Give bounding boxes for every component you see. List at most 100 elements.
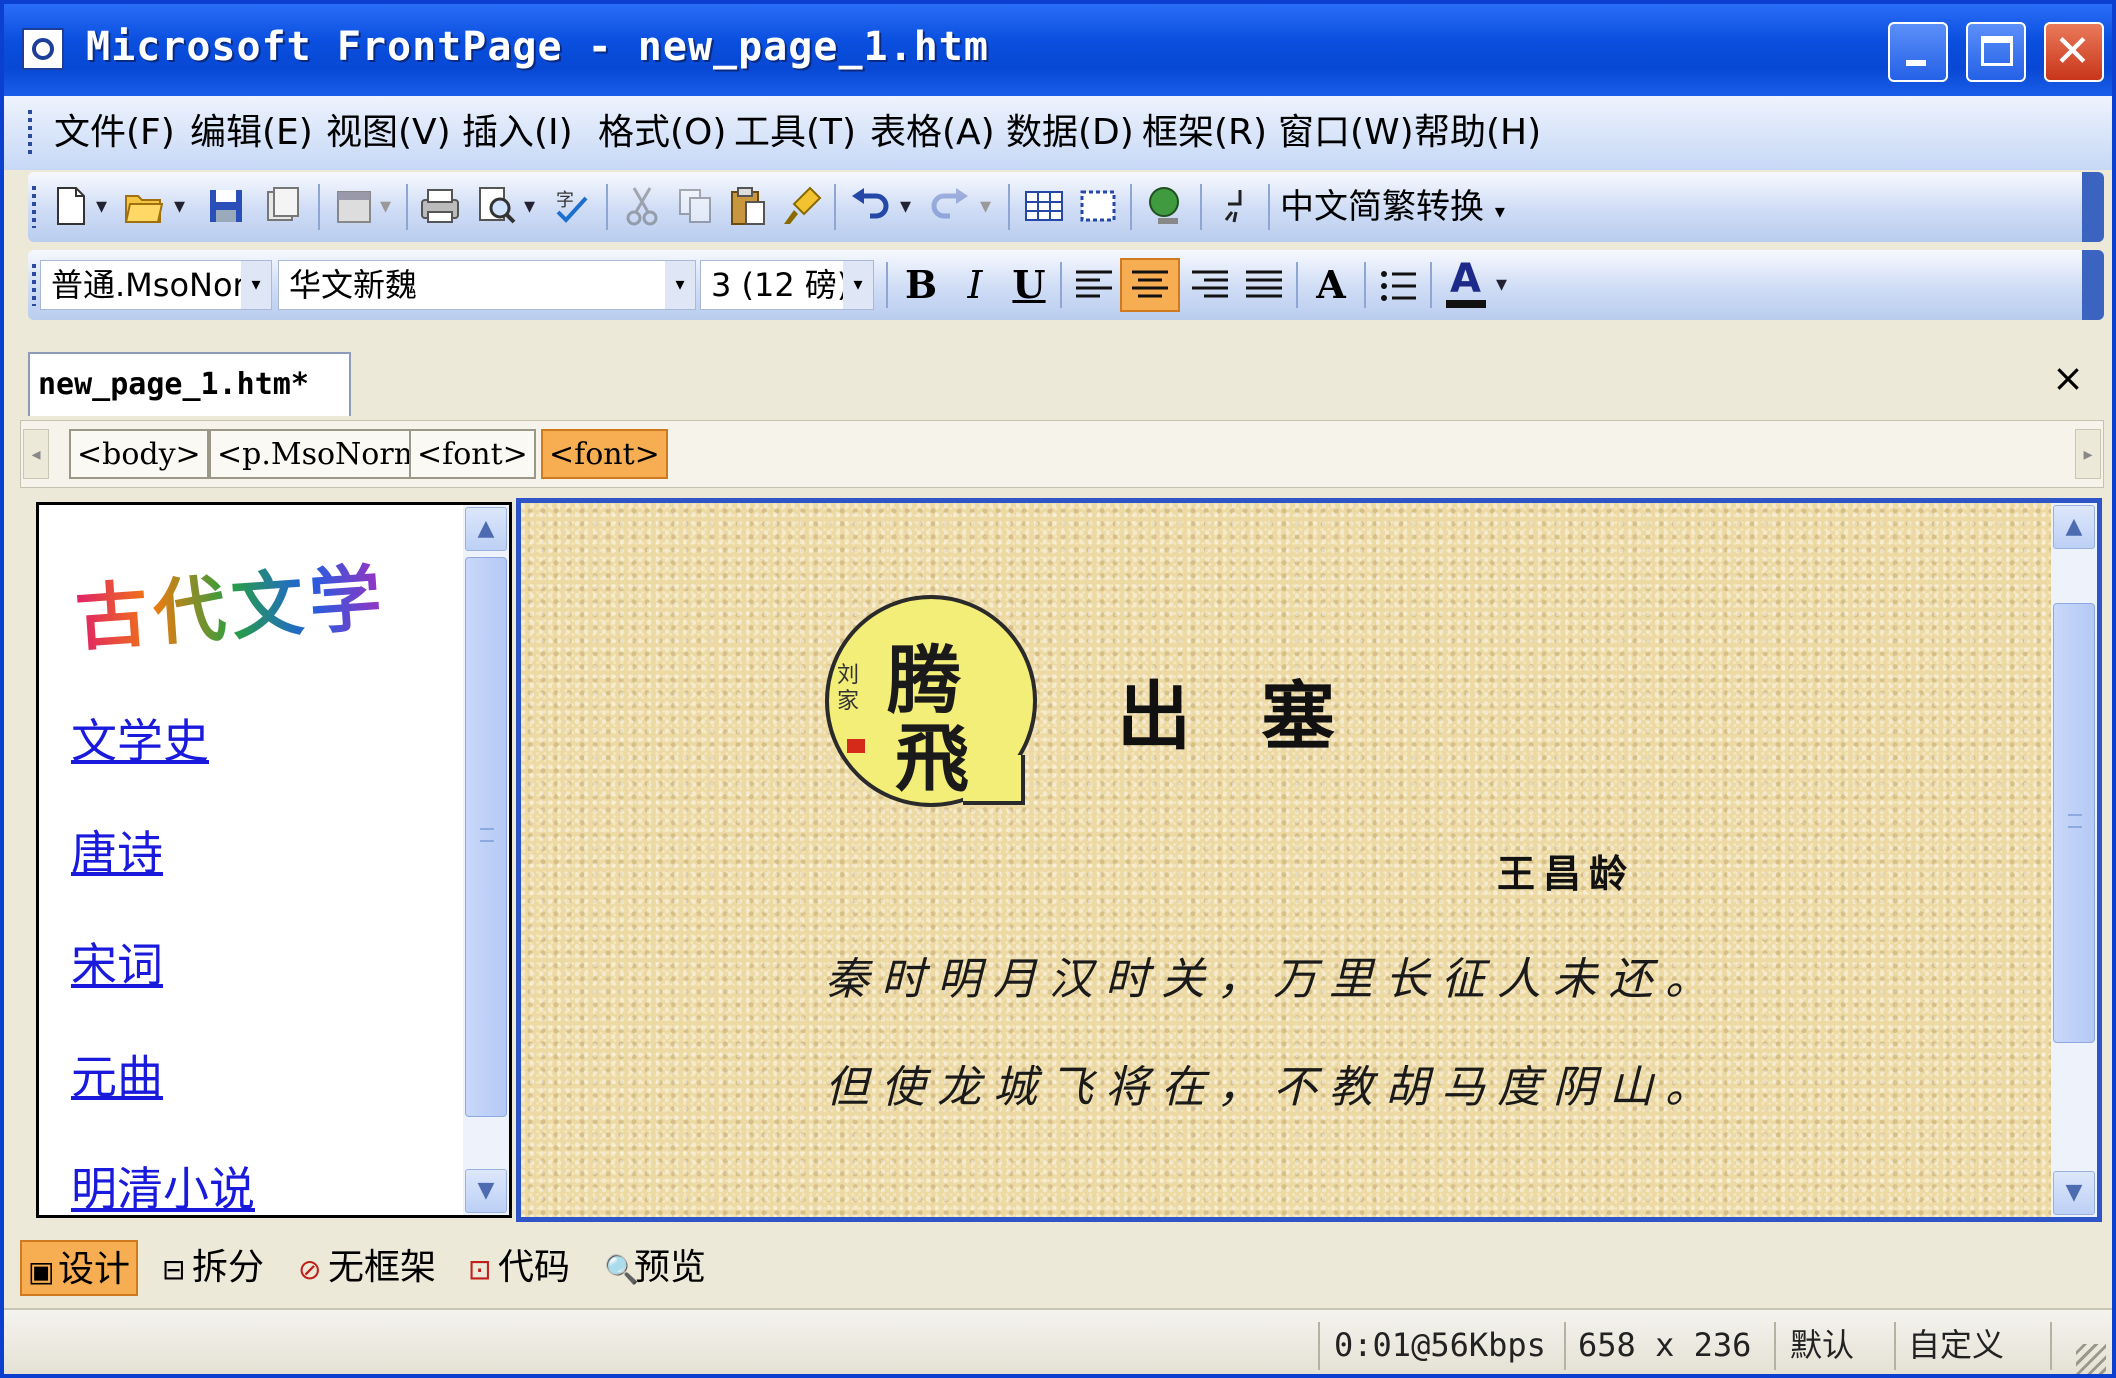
toolbar-options-button[interactable] — [2082, 250, 2104, 320]
menu-edit[interactable]: 编辑(E) — [190, 108, 313, 158]
close-window-button[interactable]: ✕ — [2044, 22, 2104, 82]
chinese-convert-button[interactable]: 中文简繁转换 ▾ — [1280, 184, 1505, 230]
bold-button[interactable]: B — [896, 260, 946, 310]
tag-font[interactable]: <font> — [409, 429, 536, 479]
poem-line-1: 秦时明月汉时关，万里长征人未还。 — [825, 954, 1721, 1005]
link-ming-qing-novels[interactable]: 明清小说 — [71, 1153, 255, 1219]
style-select[interactable]: 普通.MsoNorma ▾ — [40, 260, 272, 310]
contents-frame[interactable]: 古代文学 文学史 唐诗 宋词 元曲 明清小说 ▲ ▼ — [36, 502, 512, 1218]
frontpage-app-icon[interactable] — [22, 28, 64, 70]
insert-layer-icon[interactable] — [1076, 184, 1120, 228]
maximize-button[interactable] — [1966, 22, 2026, 82]
font-select[interactable]: 华文新魏 ▾ — [278, 260, 696, 310]
undo-dropdown-arrow[interactable]: ▾ — [900, 194, 911, 219]
hyperlink-icon[interactable] — [1144, 184, 1188, 228]
cut-icon[interactable] — [620, 184, 664, 228]
standard-toolbar: ▾ ▾ ▾ ▾ 字 ▾ ▾ 中文简繁转换 ▾ — [28, 172, 2104, 242]
menu-table[interactable]: 表格(A) — [870, 108, 995, 158]
minimize-button[interactable] — [1888, 22, 1948, 82]
tab-preview[interactable]: 🔍预览 — [598, 1240, 712, 1296]
title-bar[interactable]: Microsoft FrontPage - new_page_1.htm ✕ — [4, 4, 2112, 96]
seal-character-bottom: 飛 — [895, 716, 969, 802]
scroll-up-icon[interactable]: ▲ — [465, 507, 507, 551]
open-icon[interactable] — [122, 184, 166, 228]
link-literary-history[interactable]: 文学史 — [71, 705, 209, 771]
link-tang-poetry[interactable]: 唐诗 — [71, 817, 163, 883]
italic-button[interactable]: I — [950, 260, 1000, 310]
main-frame-scrollbar[interactable]: ▲ ▼ — [2051, 503, 2097, 1217]
preview-dropdown-arrow[interactable]: ▾ — [524, 194, 535, 219]
scrollbar-thumb[interactable] — [465, 557, 507, 1117]
link-yuan-qu[interactable]: 元曲 — [71, 1041, 163, 1107]
component-dropdown-arrow[interactable]: ▾ — [380, 194, 391, 219]
tab-design[interactable]: ▣设计 — [20, 1240, 139, 1296]
menu-window[interactable]: 窗口(W) — [1278, 108, 1414, 158]
redo-dropdown-arrow[interactable]: ▾ — [980, 194, 991, 219]
status-default-mode[interactable]: 默认 — [1790, 1320, 1854, 1370]
menu-insert[interactable]: 插入(I) — [462, 108, 573, 158]
scroll-up-icon[interactable]: ▲ — [2053, 505, 2095, 549]
paste-icon[interactable] — [726, 184, 770, 228]
new-page-icon[interactable] — [48, 184, 92, 228]
font-color-dropdown-arrow[interactable]: ▾ — [1496, 272, 1507, 297]
chevron-down-icon[interactable]: ▾ — [843, 261, 873, 309]
new-dropdown-arrow[interactable]: ▾ — [96, 194, 107, 219]
align-center-button[interactable] — [1120, 258, 1180, 312]
tab-split[interactable]: ⊟ 拆分 — [156, 1240, 270, 1296]
justify-icon[interactable] — [1242, 264, 1286, 308]
underline-button[interactable]: U — [1004, 260, 1054, 310]
scroll-down-icon[interactable]: ▼ — [465, 1169, 507, 1213]
scroll-down-icon[interactable]: ▼ — [2053, 1171, 2095, 1215]
font-size-select[interactable]: 3 (12 磅) ▾ — [700, 260, 874, 310]
toolbar-grip[interactable] — [32, 264, 36, 306]
font-color-icon: A — [1450, 256, 1481, 302]
redo-icon[interactable] — [928, 184, 972, 228]
status-custom-mode[interactable]: 自定义 — [1908, 1320, 2004, 1370]
font-color-button[interactable]: A — [1442, 256, 1492, 314]
contents-frame-scrollbar[interactable]: ▲ ▼ — [463, 505, 509, 1215]
print-icon[interactable] — [418, 184, 462, 228]
align-right-icon[interactable] — [1188, 264, 1232, 308]
scrollbar-thumb[interactable] — [2053, 603, 2095, 1043]
link-song-ci[interactable]: 宋词 — [71, 929, 163, 995]
spelling-icon[interactable]: 字 — [550, 184, 594, 228]
toolbar-options-button[interactable] — [2082, 172, 2104, 242]
menu-tools[interactable]: 工具(T) — [734, 108, 856, 158]
close-document-icon[interactable]: × — [2052, 356, 2084, 400]
chevron-down-icon[interactable]: ▾ — [241, 261, 271, 309]
code-snippet-icon[interactable] — [1214, 184, 1258, 228]
resize-grip[interactable] — [2076, 1344, 2106, 1374]
status-separator — [2050, 1322, 2052, 1370]
chevron-down-icon[interactable]: ▾ — [665, 261, 695, 309]
web-component-icon[interactable] — [332, 184, 376, 228]
tag-body[interactable]: <body> — [69, 429, 209, 479]
insert-table-icon[interactable] — [1022, 184, 1066, 228]
page-dimensions[interactable]: 658 x 236 — [1578, 1320, 1751, 1370]
tag-scroll-right-icon[interactable]: ▸ — [2075, 429, 2101, 479]
undo-icon[interactable] — [848, 184, 892, 228]
tag-font-selected[interactable]: <font> — [541, 429, 668, 479]
menu-grip[interactable] — [28, 110, 32, 154]
menu-file[interactable]: 文件(F) — [54, 108, 175, 158]
preview-icon[interactable] — [474, 184, 518, 228]
menu-data[interactable]: 数据(D) — [1006, 108, 1134, 158]
save-icon[interactable] — [204, 184, 248, 228]
publish-icon[interactable] — [260, 184, 304, 228]
menu-help[interactable]: 帮助(H) — [1414, 108, 1541, 158]
open-dropdown-arrow[interactable]: ▾ — [174, 194, 185, 219]
bullet-list-icon[interactable] — [1376, 264, 1420, 308]
tab-code[interactable]: ⊡ 代码 — [462, 1240, 576, 1296]
toolbar-grip[interactable] — [32, 186, 36, 228]
increase-font-button[interactable]: A — [1306, 260, 1356, 310]
tag-scroll-left-icon[interactable]: ◂ — [23, 429, 49, 479]
menu-format[interactable]: 格式(O) — [598, 108, 726, 158]
align-left-icon[interactable] — [1072, 264, 1116, 308]
tab-no-frames[interactable]: ⊘ 无框架 — [292, 1240, 442, 1296]
menu-frames[interactable]: 框架(R) — [1142, 108, 1267, 158]
menu-view[interactable]: 视图(V) — [326, 108, 451, 158]
main-frame[interactable]: 腾 飛 刘家 出塞 王昌龄 秦时明月汉时关，万里长征人未还。 但使龙城飞将在，不… — [516, 498, 2102, 1222]
font-value: 华文新魏 — [289, 266, 418, 304]
document-tab[interactable]: new_page_1.htm* — [28, 352, 351, 416]
format-painter-icon[interactable] — [780, 184, 824, 228]
copy-icon[interactable] — [674, 184, 718, 228]
